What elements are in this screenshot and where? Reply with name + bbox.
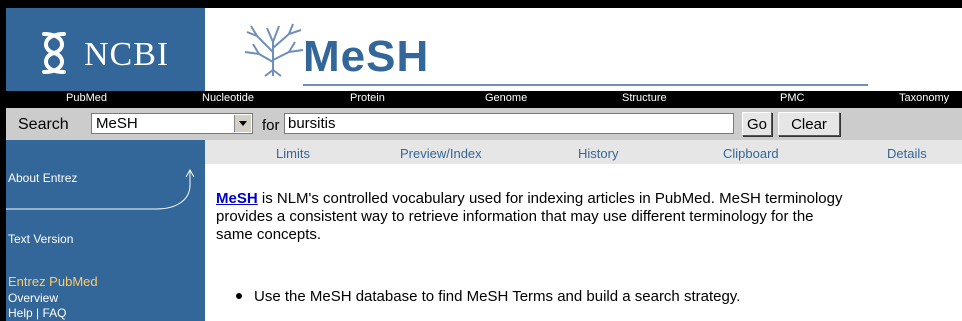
- intro-line-1: MeSH is NLM's controlled vocabulary used…: [216, 190, 962, 208]
- db-link-pmc[interactable]: PMC: [780, 92, 804, 104]
- intro-line-2: provides a consistent way to retrieve in…: [216, 208, 814, 225]
- feature-tab-bar: Limits Preview/Index History Clipboard D…: [205, 140, 962, 164]
- database-select-value: MeSH: [96, 115, 138, 132]
- db-link-taxonomy[interactable]: Taxonomy: [899, 92, 949, 104]
- intro-text-1: is NLM's controlled vocabulary used for …: [257, 190, 843, 207]
- search-term-input[interactable]: [284, 113, 734, 134]
- left-sidebar: About Entrez Text Version Entrez PubMed …: [6, 140, 205, 321]
- db-link-structure[interactable]: Structure: [622, 92, 667, 104]
- sidebar-item-text-version[interactable]: Text Version: [8, 232, 73, 246]
- tab-details[interactable]: Details: [887, 146, 927, 161]
- mesh-title: MeSH: [303, 32, 430, 81]
- tab-clipboard[interactable]: Clipboard: [723, 146, 779, 161]
- intro-line-3: same concepts.: [216, 226, 322, 243]
- database-nav-bar: PubMed Nucleotide Protein Genome Structu…: [6, 91, 962, 108]
- tab-limits[interactable]: Limits: [276, 146, 310, 161]
- ncbi-logo-text: NCBI: [84, 36, 170, 73]
- sidebar-item-help-faq[interactable]: Help | FAQ: [8, 306, 66, 320]
- mesh-tree-icon: [244, 23, 304, 77]
- search-bar: Search MeSH for Go Clear: [6, 108, 962, 140]
- clear-button[interactable]: Clear: [778, 112, 840, 136]
- sidebar-section-title: Entrez PubMed: [8, 274, 98, 289]
- tab-history[interactable]: History: [578, 146, 618, 161]
- list-item: Use the MeSH database to find MeSH Terms…: [236, 288, 740, 305]
- window-top-border: [0, 0, 962, 8]
- db-link-nucleotide[interactable]: Nucleotide: [202, 92, 254, 104]
- mesh-title-underline: [303, 84, 868, 86]
- db-link-protein[interactable]: Protein: [350, 92, 385, 104]
- search-label: Search: [18, 116, 69, 133]
- chevron-down-icon: [239, 121, 247, 126]
- list-item-text: Use the MeSH database to find MeSH Terms…: [254, 288, 741, 305]
- database-select[interactable]: MeSH: [91, 113, 253, 134]
- bullet-icon: [236, 293, 242, 300]
- for-label: for: [262, 117, 280, 134]
- db-link-genome[interactable]: Genome: [485, 92, 527, 104]
- sidebar-item-overview[interactable]: Overview: [8, 291, 58, 305]
- ncbi-logo-block[interactable]: NCBI: [6, 8, 205, 91]
- mesh-link[interactable]: MeSH: [216, 190, 258, 207]
- intro-paragraph: MeSH is NLM's controlled vocabulary used…: [216, 190, 962, 244]
- tab-preview-index[interactable]: Preview/Index: [400, 146, 482, 161]
- go-button[interactable]: Go: [742, 112, 772, 136]
- sidebar-curve-decoration: [6, 168, 195, 210]
- dropdown-button[interactable]: [234, 115, 251, 132]
- ncbi-helix-icon: [42, 32, 66, 74]
- db-link-pubmed[interactable]: PubMed: [66, 92, 107, 104]
- mesh-banner: MeSH: [205, 8, 962, 91]
